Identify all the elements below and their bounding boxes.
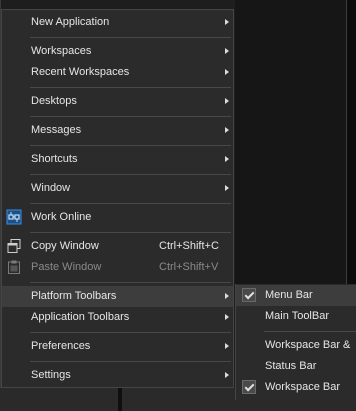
menu-item-copy-window[interactable]: Copy Window Ctrl+Shift+C	[2, 236, 233, 257]
paste-window-icon	[6, 259, 22, 275]
menu-item-window[interactable]: Window	[2, 178, 233, 199]
menu-item-new-application[interactable]: New Application	[2, 12, 233, 33]
submenu-item-label: Main ToolBar	[265, 310, 329, 322]
platform-toolbars-submenu: Menu Bar Main ToolBar Workspace Bar & St…	[235, 284, 356, 400]
menu-separator	[30, 116, 231, 117]
checkmark-icon	[242, 380, 256, 394]
submenu-item-main-toolbar[interactable]: Main ToolBar	[236, 306, 356, 327]
shortcut-text: Ctrl+Shift+C	[159, 240, 219, 252]
submenu-item-label: Workspace Bar &	[265, 339, 351, 351]
menu-item-label: Copy Window	[31, 240, 99, 252]
menu-item-label: Desktops	[31, 95, 77, 107]
menu-separator	[30, 361, 231, 362]
menu-item-recent-workspaces[interactable]: Recent Workspaces	[2, 62, 233, 83]
menu-item-label: Application Toolbars	[31, 311, 130, 323]
menu-item-label: Paste Window	[31, 261, 102, 273]
menu-separator	[30, 282, 231, 283]
menu-separator	[30, 332, 231, 333]
menu-item-platform-toolbars[interactable]: Platform Toolbars	[2, 286, 233, 307]
submenu-item-menu-bar[interactable]: Menu Bar	[236, 285, 356, 306]
submenu-arrow-icon	[225, 343, 229, 349]
submenu-arrow-icon	[225, 314, 229, 320]
menu-item-paste-window: Paste Window Ctrl+Shift+V	[2, 257, 233, 278]
menu-item-desktops[interactable]: Desktops	[2, 91, 233, 112]
submenu-arrow-icon	[225, 19, 229, 25]
copy-window-icon	[6, 238, 22, 254]
submenu-item-workspace-bar-and[interactable]: Workspace Bar &	[236, 335, 356, 356]
shortcut-text: Ctrl+Shift+V	[159, 261, 219, 273]
menu-item-preferences[interactable]: Preferences	[2, 336, 233, 357]
menu-item-label: Window	[31, 182, 71, 194]
submenu-item-label: Status Bar	[265, 360, 317, 372]
menu-item-label: Platform Toolbars	[31, 290, 117, 302]
menu-item-label: Shortcuts	[31, 153, 78, 165]
submenu-arrow-icon	[225, 69, 229, 75]
submenu-arrow-icon	[225, 98, 229, 104]
menu-item-workspaces[interactable]: Workspaces	[2, 41, 233, 62]
menu-item-label: Work Online	[31, 211, 92, 223]
menu-item-label: New Application	[31, 16, 110, 28]
submenu-arrow-icon	[225, 156, 229, 162]
submenu-arrow-icon	[225, 372, 229, 378]
submenu-item-label: Workspace Bar	[265, 381, 340, 393]
submenu-arrow-icon	[225, 185, 229, 191]
menu-item-messages[interactable]: Messages	[2, 120, 233, 141]
submenu-arrow-icon	[225, 127, 229, 133]
network-link-icon	[6, 209, 22, 225]
submenu-item-status-bar[interactable]: Status Bar	[236, 356, 356, 377]
menu-item-work-online[interactable]: Work Online	[2, 207, 233, 228]
checkmark-icon	[242, 288, 256, 302]
submenu-arrow-icon	[225, 48, 229, 54]
submenu-item-label: Menu Bar	[265, 289, 313, 301]
context-menu: New Application Workspaces Recent Worksp…	[1, 9, 234, 388]
menu-separator	[264, 331, 356, 332]
menu-separator	[30, 87, 231, 88]
menu-item-label: Recent Workspaces	[31, 66, 130, 78]
menu-item-application-toolbars[interactable]: Application Toolbars	[2, 307, 233, 328]
menu-item-label: Workspaces	[31, 45, 92, 57]
menu-separator	[30, 203, 231, 204]
menu-item-label: Settings	[31, 369, 71, 381]
menu-item-settings[interactable]: Settings	[2, 365, 233, 386]
menu-separator	[30, 145, 231, 146]
background-bottom-divider	[118, 388, 122, 411]
background-frame	[346, 0, 356, 284]
menu-item-shortcuts[interactable]: Shortcuts	[2, 149, 233, 170]
menu-separator	[30, 232, 231, 233]
menu-item-label: Preferences	[31, 340, 91, 352]
menu-item-label: Messages	[31, 124, 82, 136]
submenu-arrow-icon	[225, 293, 229, 299]
submenu-item-workspace-bar[interactable]: Workspace Bar	[236, 377, 356, 398]
menu-separator	[30, 37, 231, 38]
menu-separator	[30, 174, 231, 175]
